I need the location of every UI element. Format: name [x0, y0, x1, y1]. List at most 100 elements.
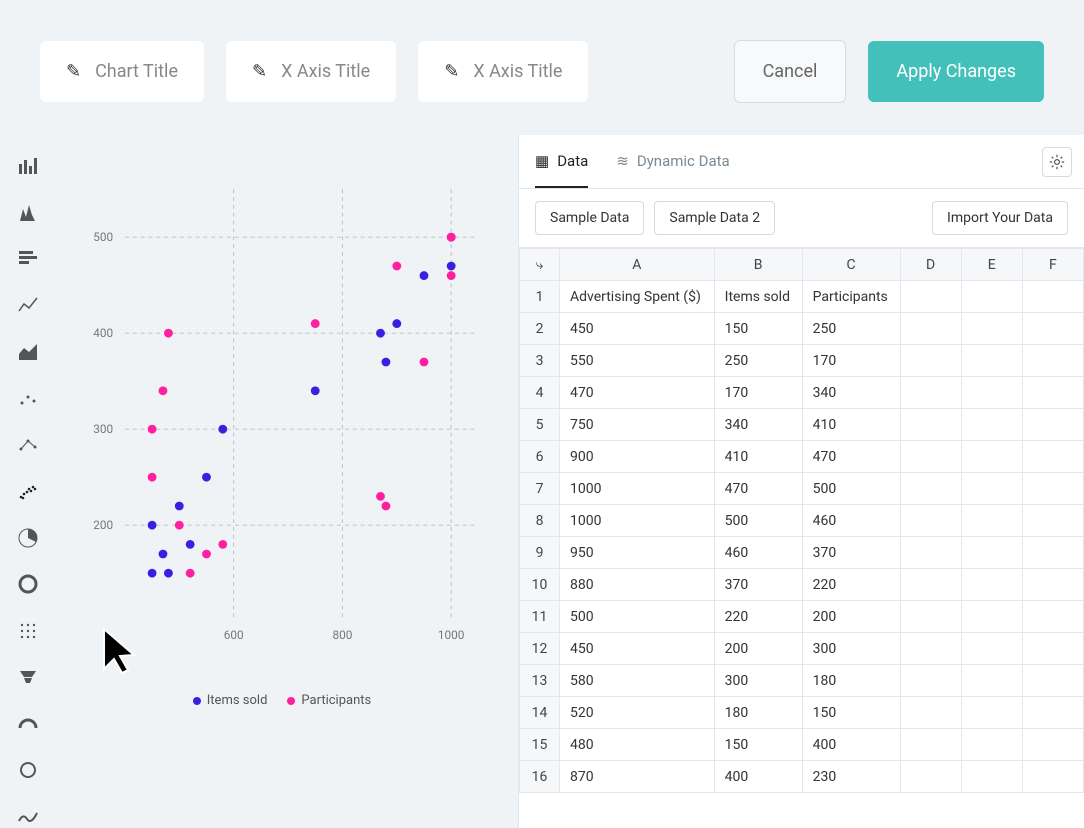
- grid-cell[interactable]: [961, 345, 1022, 377]
- grid-cell[interactable]: Items sold: [714, 281, 802, 313]
- row-number[interactable]: 11: [520, 601, 560, 633]
- grid-cell[interactable]: [900, 345, 961, 377]
- x-axis-title-input[interactable]: ✎ X Axis Title: [226, 41, 396, 102]
- row-number[interactable]: 3: [520, 345, 560, 377]
- grid-cell[interactable]: 480: [560, 729, 715, 761]
- tab-data[interactable]: ▦ Data: [535, 135, 588, 188]
- stacked-bar-icon[interactable]: [16, 248, 40, 270]
- grid-cell[interactable]: [961, 569, 1022, 601]
- grid-cell[interactable]: 150: [714, 313, 802, 345]
- col-header[interactable]: E: [961, 249, 1022, 281]
- grid-cell[interactable]: 950: [560, 537, 715, 569]
- grid-cell[interactable]: [900, 505, 961, 537]
- grid-cell[interactable]: 300: [714, 665, 802, 697]
- grid-cell[interactable]: [961, 281, 1022, 313]
- sample-data-2-button[interactable]: Sample Data 2: [654, 201, 775, 235]
- grid-cell[interactable]: [1022, 633, 1083, 665]
- grid-cell[interactable]: 200: [714, 633, 802, 665]
- grid-cell[interactable]: 450: [560, 313, 715, 345]
- grid-cell[interactable]: 250: [802, 313, 900, 345]
- gauge-icon[interactable]: [16, 713, 40, 735]
- grid-cell[interactable]: [900, 537, 961, 569]
- grid-cell[interactable]: [900, 313, 961, 345]
- grid-cell[interactable]: [900, 633, 961, 665]
- line-chart-icon[interactable]: [16, 294, 40, 316]
- grid-cell[interactable]: [961, 537, 1022, 569]
- grid-cell[interactable]: [1022, 313, 1083, 345]
- grid-cell[interactable]: 150: [714, 729, 802, 761]
- grid-cell[interactable]: 410: [714, 441, 802, 473]
- grid-cell[interactable]: 460: [714, 537, 802, 569]
- grid-cell[interactable]: [1022, 761, 1083, 793]
- grid-cell[interactable]: 220: [714, 601, 802, 633]
- grid-cell[interactable]: [900, 761, 961, 793]
- grid-cell[interactable]: 200: [802, 601, 900, 633]
- import-data-button[interactable]: Import Your Data: [932, 201, 1068, 235]
- grid-cell[interactable]: 400: [802, 729, 900, 761]
- grid-cell[interactable]: [900, 281, 961, 313]
- grid-cell[interactable]: 1000: [560, 473, 715, 505]
- scatter-few-icon[interactable]: [16, 387, 40, 409]
- scatter-connected-icon[interactable]: [16, 434, 40, 456]
- grid-cell[interactable]: 500: [560, 601, 715, 633]
- grid-cell[interactable]: 750: [560, 409, 715, 441]
- grid-cell[interactable]: 370: [714, 569, 802, 601]
- grid-cell[interactable]: [900, 409, 961, 441]
- grid-cell[interactable]: [1022, 569, 1083, 601]
- row-number[interactable]: 15: [520, 729, 560, 761]
- grid-cell[interactable]: [1022, 665, 1083, 697]
- grid-cell[interactable]: 580: [560, 665, 715, 697]
- row-number[interactable]: 6: [520, 441, 560, 473]
- grid-cell[interactable]: 500: [802, 473, 900, 505]
- spark-icon[interactable]: [16, 806, 40, 828]
- grid-cell[interactable]: [1022, 601, 1083, 633]
- funnel-icon[interactable]: [16, 666, 40, 688]
- grid-cell[interactable]: [1022, 505, 1083, 537]
- grid-cell[interactable]: 170: [802, 345, 900, 377]
- grid-cell[interactable]: [1022, 441, 1083, 473]
- ring-icon[interactable]: [16, 759, 40, 781]
- grid-cell[interactable]: 300: [802, 633, 900, 665]
- grid-cell[interactable]: 470: [560, 377, 715, 409]
- grid-cell[interactable]: 230: [802, 761, 900, 793]
- grid-cell[interactable]: 500: [714, 505, 802, 537]
- grid-cell[interactable]: [961, 633, 1022, 665]
- grid-cell[interactable]: [900, 601, 961, 633]
- grid-cell[interactable]: 880: [560, 569, 715, 601]
- bar-chart-icon[interactable]: [16, 155, 40, 177]
- grid-cell[interactable]: 470: [714, 473, 802, 505]
- grid-cell[interactable]: [900, 729, 961, 761]
- grid-cell[interactable]: [900, 441, 961, 473]
- settings-button[interactable]: [1042, 147, 1072, 177]
- grid-cell[interactable]: 180: [714, 697, 802, 729]
- grid-cell[interactable]: [1022, 281, 1083, 313]
- row-number[interactable]: 8: [520, 505, 560, 537]
- grid-cell[interactable]: [1022, 537, 1083, 569]
- grid-cell[interactable]: 340: [714, 409, 802, 441]
- grid-cell[interactable]: [1022, 377, 1083, 409]
- grid-cell[interactable]: 1000: [560, 505, 715, 537]
- apply-button[interactable]: Apply Changes: [868, 41, 1044, 102]
- grid-cell[interactable]: 370: [802, 537, 900, 569]
- col-header[interactable]: F: [1022, 249, 1083, 281]
- grid-cell[interactable]: [961, 473, 1022, 505]
- grid-cell[interactable]: [1022, 473, 1083, 505]
- data-grid[interactable]: ⤷ABCDEF1Advertising Spent ($)Items soldP…: [519, 247, 1084, 828]
- col-header[interactable]: B: [714, 249, 802, 281]
- grid-cell[interactable]: 170: [714, 377, 802, 409]
- grid-cell[interactable]: [900, 697, 961, 729]
- tab-dynamic-data[interactable]: ≋ Dynamic Data: [616, 135, 729, 188]
- grid-cell[interactable]: 900: [560, 441, 715, 473]
- row-number[interactable]: 14: [520, 697, 560, 729]
- sample-data-1-button[interactable]: Sample Data: [535, 201, 644, 235]
- row-number[interactable]: 10: [520, 569, 560, 601]
- grid-cell[interactable]: [961, 313, 1022, 345]
- grid-corner[interactable]: ⤷: [520, 249, 560, 281]
- grid-cell[interactable]: [961, 601, 1022, 633]
- scatter-dense-icon[interactable]: [16, 480, 40, 502]
- grid-cell[interactable]: [900, 473, 961, 505]
- row-number[interactable]: 13: [520, 665, 560, 697]
- area-chart-icon[interactable]: [16, 341, 40, 363]
- grid-cell[interactable]: [961, 505, 1022, 537]
- donut-chart-icon[interactable]: [16, 573, 40, 595]
